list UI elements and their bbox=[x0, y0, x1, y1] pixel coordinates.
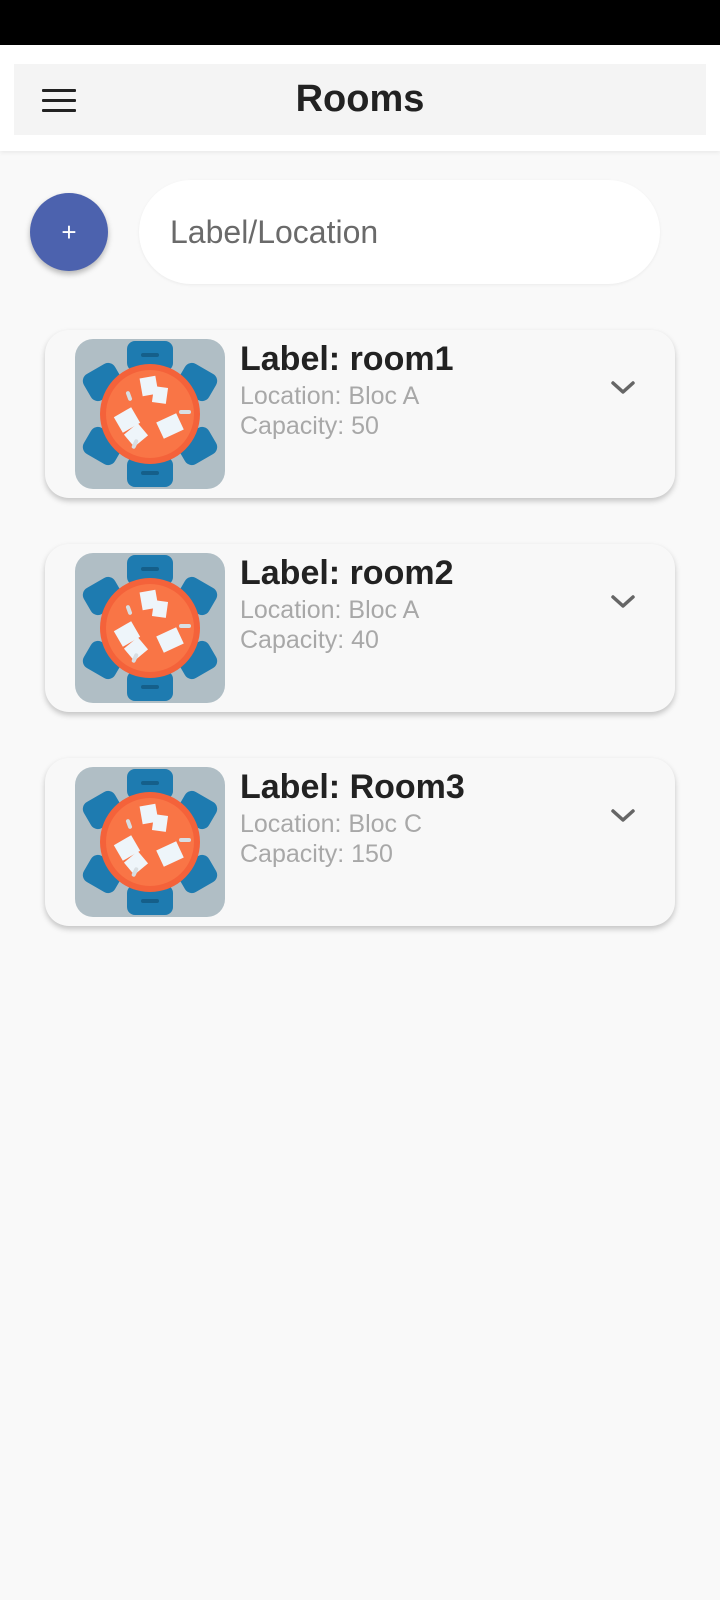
room-card[interactable]: Label: room1 Location: Bloc A Capacity: … bbox=[45, 330, 675, 498]
room-label: Label: room1 bbox=[240, 340, 454, 378]
room-label: Label: Room3 bbox=[240, 768, 465, 806]
chevron-down-icon[interactable] bbox=[603, 582, 643, 622]
chevron-down-icon[interactable] bbox=[603, 796, 643, 836]
room-capacity: Capacity: 40 bbox=[240, 626, 379, 654]
meeting-room-icon bbox=[75, 553, 225, 703]
meeting-room-icon bbox=[75, 767, 225, 917]
room-location: Location: Bloc A bbox=[240, 382, 420, 410]
status-bar bbox=[0, 0, 720, 45]
room-card[interactable]: Label: Room3 Location: Bloc C Capacity: … bbox=[45, 758, 675, 926]
room-capacity: Capacity: 150 bbox=[240, 840, 393, 868]
room-location: Location: Bloc C bbox=[240, 810, 423, 838]
header: Rooms bbox=[0, 45, 720, 151]
search-input[interactable] bbox=[139, 180, 660, 284]
room-location: Location: Bloc A bbox=[240, 596, 420, 624]
room-card[interactable]: Label: room2 Location: Bloc A Capacity: … bbox=[45, 544, 675, 712]
app-bar: Rooms bbox=[14, 64, 706, 135]
room-label: Label: room2 bbox=[240, 554, 454, 592]
meeting-room-icon bbox=[75, 339, 225, 489]
chevron-down-icon[interactable] bbox=[603, 368, 643, 408]
add-room-button[interactable]: + bbox=[30, 193, 108, 271]
hamburger-menu-icon[interactable] bbox=[40, 82, 78, 118]
room-capacity: Capacity: 50 bbox=[240, 412, 379, 440]
page-title: Rooms bbox=[295, 78, 425, 120]
